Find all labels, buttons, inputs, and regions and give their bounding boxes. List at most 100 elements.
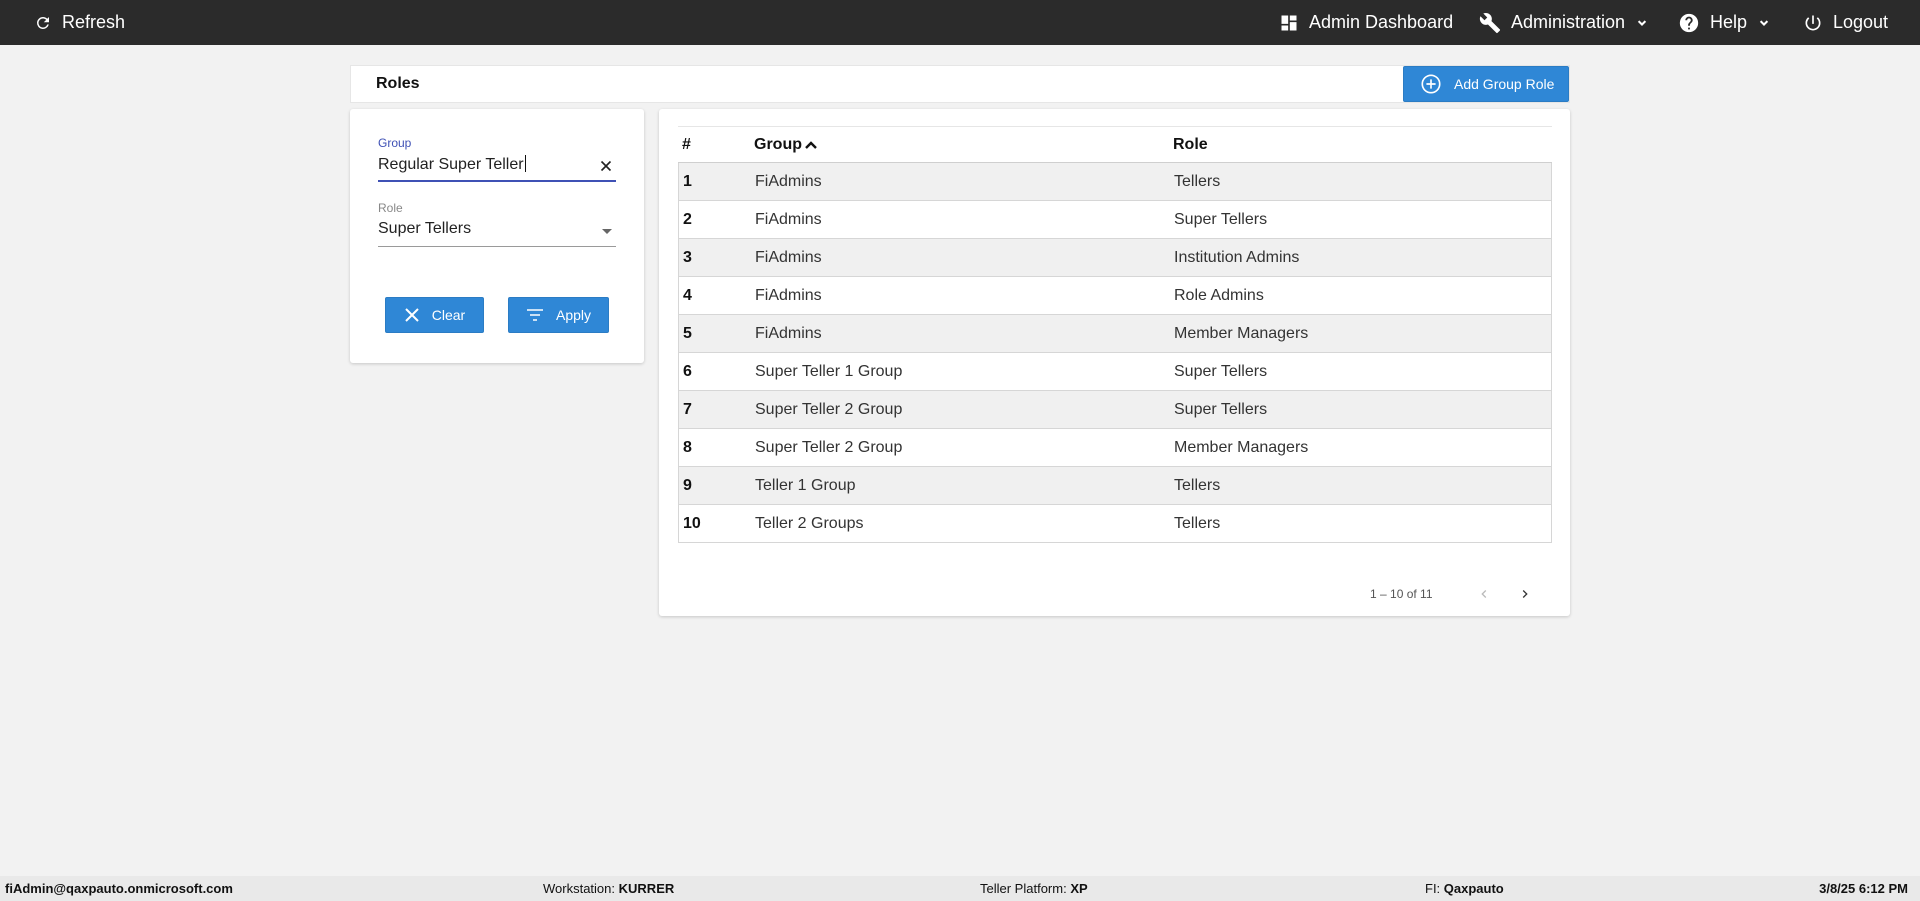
cell-role: Super Tellers [1174, 211, 1268, 228]
logout-button[interactable]: Logout [1803, 0, 1888, 45]
top-navigation-bar: Refresh Admin Dashboard Administration H… [0, 0, 1920, 45]
table-body: 1 FiAdmins Tellers 2 FiAdmins Super Tellers 3 F… [678, 163, 1552, 543]
table-row[interactable]: 3 FiAdmins Institution Admins [678, 239, 1552, 277]
cell-group: Super Teller 1 Group [755, 363, 903, 380]
table-row[interactable]: 1 FiAdmins Tellers [678, 163, 1552, 201]
cell-number: 7 [683, 401, 692, 418]
column-header-number[interactable]: # [682, 127, 691, 163]
power-icon [1805, 15, 1821, 30]
column-header-group-label: Group [754, 136, 802, 153]
table-row[interactable]: 2 FiAdmins Super Tellers [678, 201, 1552, 239]
cell-group: FiAdmins [755, 211, 822, 228]
roles-table-card: # Group Role 1 FiAdmins Tellers 2 FiAdmins Su… [659, 109, 1570, 616]
table-row[interactable]: 8 Super Teller 2 Group Member Managers [678, 429, 1552, 467]
add-group-role-button[interactable]: Add Group Role [1403, 66, 1569, 102]
administration-menu[interactable]: Administration [1479, 0, 1649, 45]
administration-label: Administration [1511, 12, 1626, 32]
cell-role: Institution Admins [1174, 249, 1300, 266]
logout-label: Logout [1833, 12, 1889, 32]
close-icon [405, 308, 419, 322]
role-filter-select[interactable]: Role Super Tellers [378, 201, 616, 247]
platform-value: XP [1070, 881, 1088, 896]
cell-role: Tellers [1174, 477, 1221, 494]
dashboard-icon [1281, 15, 1297, 30]
cell-group: Super Teller 2 Group [755, 439, 903, 456]
status-footer: fiAdmin@qaxpauto.onmicrosoft.com Worksta… [0, 876, 1920, 901]
wrench-icon [1479, 12, 1501, 33]
filter-icon [526, 309, 543, 321]
cell-number: 9 [683, 477, 692, 494]
cell-group: FiAdmins [755, 325, 822, 342]
table-row[interactable]: 5 FiAdmins Member Managers [678, 315, 1552, 353]
column-header-group[interactable]: Group [754, 127, 818, 163]
refresh-button[interactable]: Refresh [34, 0, 125, 45]
footer-platform: Teller Platform: XP [980, 876, 1088, 901]
table-row[interactable]: 4 FiAdmins Role Admins [678, 277, 1552, 315]
chevron-down-icon [1759, 19, 1769, 26]
fi-label: FI: [1425, 881, 1441, 896]
role-filter-label: Role [378, 201, 403, 215]
table-row[interactable]: 6 Super Teller 1 Group Super Tellers [678, 353, 1552, 391]
table-row[interactable]: 9 Teller 1 Group Tellers [678, 467, 1552, 505]
pager-range-label: 1 – 10 of 11 [1370, 587, 1433, 601]
cell-group: Teller 1 Group [755, 477, 856, 494]
group-filter-input[interactable]: Regular Super Teller [378, 156, 524, 173]
fi-value: Qaxpauto [1443, 881, 1504, 896]
cell-role: Super Tellers [1174, 363, 1268, 380]
roles-table: # Group Role 1 FiAdmins Tellers 2 FiAdmins Su… [678, 126, 1552, 543]
cell-group: FiAdmins [755, 249, 822, 266]
workstation-label: Workstation: [543, 881, 616, 896]
cell-number: 5 [683, 325, 692, 342]
footer-datetime: 3/8/25 6:12 PM [1819, 881, 1908, 896]
dropdown-arrow-icon[interactable] [602, 229, 612, 234]
cell-group: FiAdmins [755, 173, 822, 190]
filter-panel: Group Regular Super Teller Role Super Te… [350, 109, 644, 363]
role-filter-value: Super Tellers [378, 220, 472, 237]
cell-group: Teller 2 Groups [755, 515, 864, 532]
workstation-value: KURRER [618, 881, 675, 896]
add-circle-icon [1421, 74, 1441, 94]
paginator: 1 – 10 of 11 [659, 579, 1570, 609]
cell-role: Tellers [1174, 515, 1221, 532]
cell-role: Member Managers [1174, 325, 1309, 342]
footer-fi: FI: Qaxpauto [1425, 876, 1504, 901]
cell-number: 1 [683, 173, 692, 190]
cell-role: Member Managers [1174, 439, 1309, 456]
apply-button[interactable]: Apply [508, 297, 609, 333]
next-page-icon[interactable] [1517, 586, 1533, 602]
chevron-down-icon [1637, 19, 1647, 26]
clear-label: Clear [431, 307, 466, 323]
cell-number: 8 [683, 439, 692, 456]
cell-role: Role Admins [1174, 287, 1264, 304]
clear-button[interactable]: Clear [385, 297, 484, 333]
cell-group: Super Teller 2 Group [755, 401, 903, 418]
help-icon [1679, 13, 1699, 32]
apply-label: Apply [555, 307, 592, 323]
page-header: Roles [350, 65, 1570, 103]
refresh-label: Refresh [62, 12, 126, 32]
platform-label: Teller Platform: [980, 881, 1067, 896]
group-filter-label: Group [378, 136, 412, 150]
cell-number: 10 [683, 515, 701, 532]
admin-dashboard-link[interactable]: Admin Dashboard [1279, 0, 1453, 45]
sort-ascending-icon [805, 141, 817, 149]
column-header-role[interactable]: Role [1173, 127, 1208, 163]
admin-dashboard-label: Admin Dashboard [1309, 12, 1454, 32]
previous-page-icon[interactable] [1476, 586, 1492, 602]
add-group-role-label: Add Group Role [1454, 76, 1555, 92]
cell-group: FiAdmins [755, 287, 822, 304]
page-title: Roles [376, 75, 420, 92]
cell-number: 2 [683, 211, 692, 228]
table-header: # Group Role [678, 127, 1552, 163]
group-filter-field[interactable]: Group Regular Super Teller [378, 136, 616, 182]
refresh-icon [36, 16, 49, 29]
table-row[interactable]: 10 Teller 2 Groups Tellers [678, 505, 1552, 543]
help-menu[interactable]: Help [1678, 0, 1771, 45]
cell-role: Tellers [1174, 173, 1221, 190]
cell-role: Super Tellers [1174, 401, 1268, 418]
footer-workstation: Workstation: KURRER [543, 876, 674, 901]
help-label: Help [1710, 12, 1748, 32]
cell-number: 4 [683, 287, 692, 304]
table-row[interactable]: 7 Super Teller 2 Group Super Tellers [678, 391, 1552, 429]
clear-input-icon[interactable] [600, 160, 612, 172]
